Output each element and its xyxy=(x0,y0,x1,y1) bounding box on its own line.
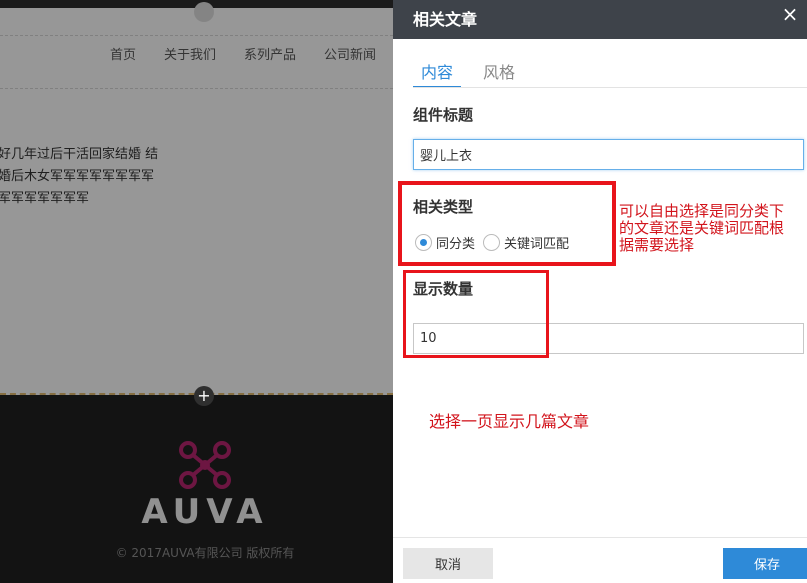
close-icon[interactable]: × xyxy=(779,3,801,25)
save-button[interactable]: 保存 xyxy=(723,548,807,579)
panel-header: 相关文章 × xyxy=(393,0,807,39)
cancel-button[interactable]: 取消 xyxy=(403,548,493,579)
panel-tabs: 内容 风格 xyxy=(413,60,537,88)
add-section-icon[interactable]: + xyxy=(194,386,214,406)
tab-style[interactable]: 风格 xyxy=(475,60,523,88)
annotation-note-display-count: 选择一页显示几篇文章 xyxy=(429,412,590,431)
panel-title: 相关文章 xyxy=(413,10,478,29)
modal-overlay[interactable] xyxy=(0,0,393,583)
component-title-label: 组件标题 xyxy=(413,106,474,124)
annotation-box-related-type xyxy=(398,181,616,266)
annotation-note-line: 可以自由选择是同分类下 xyxy=(619,202,785,220)
panel-footer-divider xyxy=(393,537,807,538)
annotation-box-display-count xyxy=(403,270,549,358)
tabs-divider xyxy=(413,87,807,88)
annotation-note-line: 据需要选择 xyxy=(619,236,695,254)
annotation-note-line: 的文章还是关键词匹配根 xyxy=(619,219,785,237)
annotation-note-related-type: 可以自由选择是同分类下 的文章还是关键词匹配根 据需要选择 xyxy=(619,203,784,254)
background-website: 首页 关于我们 系列产品 公司新闻 好几年过后干活回家结婚 结 婚后木女军军军军… xyxy=(0,0,393,583)
component-title-input[interactable] xyxy=(413,139,804,170)
tab-content[interactable]: 内容 xyxy=(413,60,462,88)
